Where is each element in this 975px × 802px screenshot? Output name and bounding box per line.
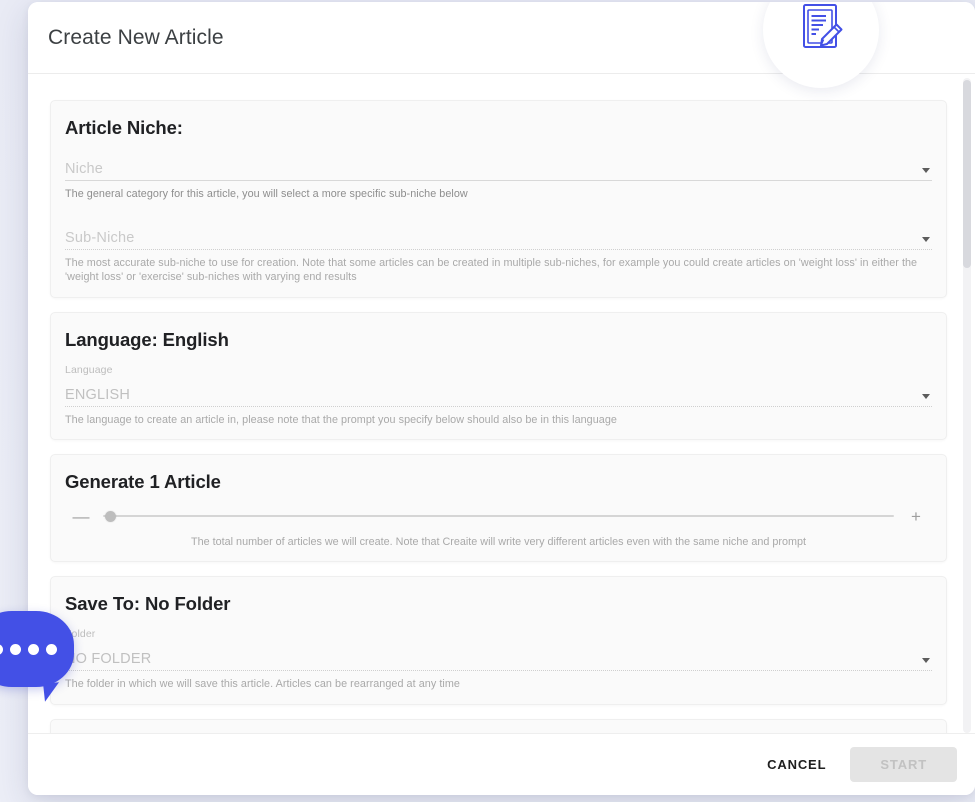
chat-dot	[27, 643, 39, 655]
language-select-underline	[65, 405, 932, 407]
cancel-button[interactable]: CANCEL	[751, 748, 842, 781]
subniche-select-underline	[65, 248, 932, 250]
section-title-save-to: Save To: No Folder	[65, 593, 231, 614]
section-language: Language: English Language ENGLISH The l…	[50, 311, 947, 440]
section-title-generate: Generate 1 Article	[65, 471, 221, 492]
language-field-block: Language ENGLISH The language to create …	[65, 357, 932, 428]
folder-help-text: The folder in which we will save this ar…	[65, 678, 460, 690]
folder-select-row[interactable]: NO FOLDER	[65, 641, 932, 669]
dialog-body: Article Niche: Niche The general categor…	[28, 74, 975, 733]
chevron-down-icon[interactable]	[922, 658, 930, 663]
niche-select-row[interactable]: Niche	[65, 151, 932, 179]
dialog-footer: CANCEL START	[28, 733, 975, 795]
section-starting-prompt: Starting Prompt	[50, 718, 947, 733]
chevron-down-icon[interactable]	[922, 236, 930, 242]
increment-button[interactable]: +	[904, 504, 928, 528]
niche-select-value: Niche	[65, 161, 104, 177]
article-count-stepper: — +	[65, 499, 932, 533]
start-button[interactable]: START	[850, 747, 957, 782]
chevron-down-icon[interactable]	[922, 168, 930, 173]
article-count-slider[interactable]	[103, 504, 894, 528]
chat-dot	[9, 643, 21, 655]
folder-select[interactable]: Folder NO FOLDER	[65, 621, 932, 671]
slider-thumb[interactable]	[105, 510, 116, 522]
dialog-header: Create New Article	[28, 2, 975, 88]
chat-bubble-icon[interactable]	[0, 611, 74, 687]
folder-field-block: Folder NO FOLDER The folder in which we …	[65, 621, 932, 692]
page-root: Create New Article Article Niche: Niche …	[0, 0, 975, 802]
niche-help-text: The general category for this article, y…	[65, 188, 468, 200]
decrement-button[interactable]: —	[69, 504, 93, 528]
slider-rail	[103, 515, 894, 517]
chevron-down-icon[interactable]	[922, 393, 930, 399]
niche-field-block: Niche The general category for this arti…	[65, 145, 932, 202]
language-select[interactable]: Language ENGLISH	[65, 357, 932, 407]
chat-dot	[45, 643, 57, 655]
folder-field-label: Folder	[65, 628, 96, 640]
create-article-dialog: Create New Article Article Niche: Niche …	[28, 2, 975, 795]
section-save-to: Save To: No Folder Folder NO FOLDER The …	[50, 576, 947, 705]
section-generate: Generate 1 Article — + The total number …	[50, 454, 947, 562]
generate-help-text: The total number of articles we will cre…	[191, 536, 806, 548]
chat-dot	[0, 643, 3, 655]
language-select-row[interactable]: ENGLISH	[65, 377, 932, 405]
subniche-select-row[interactable]: Sub-Niche	[65, 220, 932, 248]
niche-select[interactable]: Niche	[65, 145, 932, 181]
page-title: Create New Article	[48, 26, 224, 49]
section-title-article-niche: Article Niche:	[65, 117, 183, 138]
section-article-niche: Article Niche: Niche The general categor…	[50, 100, 947, 298]
scrollbar-thumb[interactable]	[963, 80, 971, 268]
language-field-label: Language	[65, 363, 113, 376]
subniche-help-text: The most accurate sub-niche to use for c…	[65, 256, 918, 284]
language-help-text: The language to create an article in, pl…	[65, 413, 617, 426]
subniche-select-value: Sub-Niche	[65, 229, 135, 246]
subniche-field-block: Sub-Niche The most accurate sub-niche to…	[65, 214, 932, 285]
niche-select-underline	[65, 180, 932, 181]
folder-select-value: NO FOLDER	[65, 651, 152, 667]
section-title-language: Language: English	[65, 328, 229, 350]
subniche-select[interactable]: Sub-Niche	[65, 214, 932, 250]
language-select-value: ENGLISH	[65, 386, 131, 403]
folder-select-underline	[65, 670, 932, 671]
